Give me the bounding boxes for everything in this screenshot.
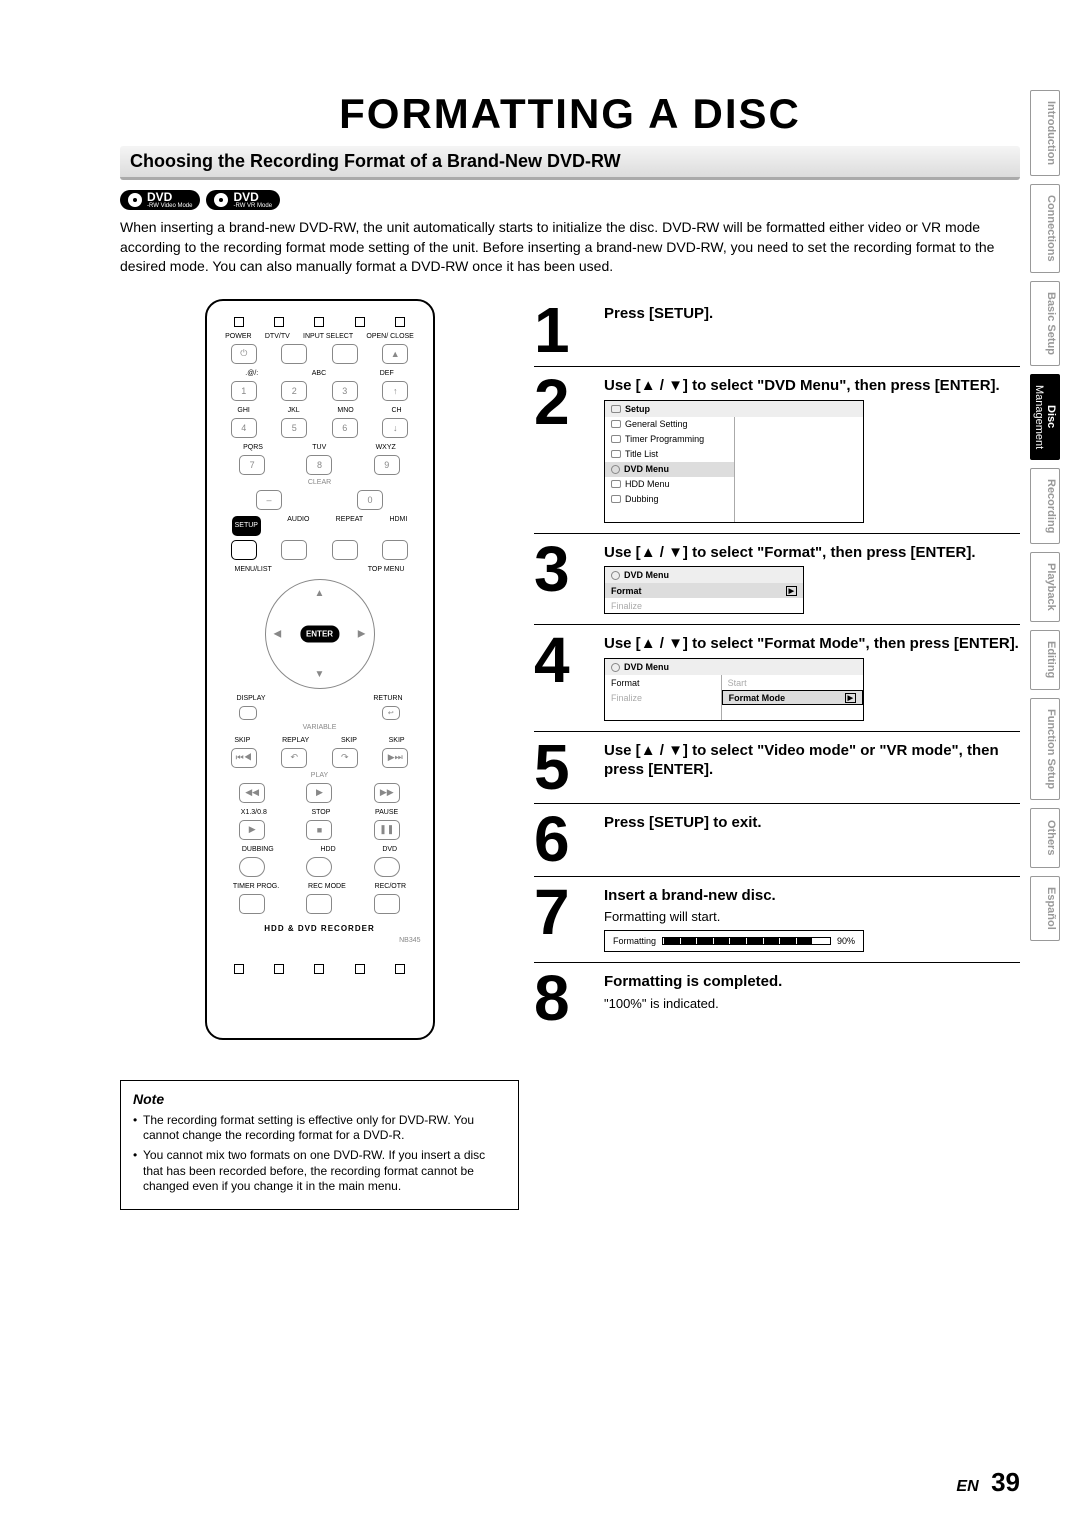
page-title: FORMATTING A DISC: [120, 90, 1020, 138]
arrow-up-icon: ▲: [641, 377, 656, 396]
step-5: 5 Use [▲ / ▼] to select "Video mode" or …: [534, 736, 1020, 804]
badge-text-big: DVD: [147, 191, 192, 203]
tab-espanol[interactable]: Español: [1030, 876, 1060, 941]
badge-dvd-rw-vr: DVD -RW VR Mode: [206, 190, 280, 210]
badge-text-big: DVD: [233, 191, 272, 203]
menu-icon: [611, 405, 621, 413]
tab-introduction[interactable]: Introduction: [1030, 90, 1060, 176]
step-8-subtitle: "100%" is indicated.: [604, 996, 1020, 1011]
arrow-down-icon: ▼: [668, 635, 683, 654]
step-4-title: Use [▲ / ▼] to select "Format Mode", the…: [604, 635, 1020, 654]
tab-recording[interactable]: Recording: [1030, 468, 1060, 544]
arrow-down-icon: ▼: [668, 377, 683, 396]
arrow-up-icon: ▲: [315, 588, 325, 599]
arrow-left-icon: ◀: [274, 628, 282, 639]
badge-dvd-rw-video: DVD -RW Video Mode: [120, 190, 200, 210]
remote-control-illustration: POWER DTV/TV INPUT SELECT OPEN/ CLOSE ⏻▲…: [205, 299, 435, 1040]
tab-basic-setup[interactable]: Basic Setup: [1030, 281, 1060, 366]
osd-formatting-progress: Formatting 90%: [604, 930, 864, 952]
side-tabs: Introduction Connections Basic Setup Dis…: [1030, 90, 1060, 941]
step-8: 8 Formatting is completed. "100%" is ind…: [534, 967, 1020, 1034]
footer-language: EN: [956, 1478, 978, 1495]
intro-paragraph: When inserting a brand-new DVD-RW, the u…: [120, 218, 1020, 277]
step-7-subtitle: Formatting will start.: [604, 909, 1020, 924]
section-header: Choosing the Recording Format of a Brand…: [120, 146, 1020, 180]
disc-icon: [611, 465, 620, 474]
remote-footer-label: HDD & DVD RECORDER: [219, 924, 421, 933]
list-icon: [611, 450, 621, 458]
page-footer: EN 39: [0, 1467, 1020, 1498]
step-2: 2 Use [▲ / ▼] to select "DVD Menu", then…: [534, 371, 1020, 534]
step-2-title: Use [▲ / ▼] to select "DVD Menu", then p…: [604, 377, 1020, 396]
step-6: 6 Press [SETUP] to exit.: [534, 808, 1020, 876]
arrow-up-icon: ▲: [641, 635, 656, 654]
tab-connections[interactable]: Connections: [1030, 184, 1060, 273]
timer-icon: [611, 435, 621, 443]
note-title: Note: [133, 1091, 506, 1107]
tab-editing[interactable]: Editing: [1030, 630, 1060, 690]
dubbing-icon: [611, 495, 621, 503]
osd-format-mode: DVD Menu Format Finalize Start Format Mo…: [604, 658, 864, 721]
step-1-title: Press [SETUP].: [604, 305, 1020, 324]
tab-playback[interactable]: Playback: [1030, 552, 1060, 622]
remote-nav-ring: ▲ ▼ ◀ ▶ ENTER: [265, 579, 375, 689]
gear-icon: [611, 420, 621, 428]
progress-percent: 90%: [837, 936, 855, 946]
step-4: 4 Use [▲ / ▼] to select "Format Mode", t…: [534, 629, 1020, 732]
step-3: 3 Use [▲ / ▼] to select "Format", then p…: [534, 538, 1020, 626]
hdd-icon: [611, 480, 621, 488]
remote-model-label: NB345: [219, 937, 421, 944]
note-box: Note The recording format setting is eff…: [120, 1080, 519, 1210]
step-3-title: Use [▲ / ▼] to select "Format", then pre…: [604, 544, 1020, 563]
tab-disc-management-sub: Management: [1033, 385, 1045, 449]
step-5-title: Use [▲ / ▼] to select "Video mode" or "V…: [604, 742, 1020, 780]
arrow-right-icon: ▶: [358, 628, 366, 639]
arrow-right-icon: ▶: [845, 693, 856, 703]
remote-setup-button: SETUP: [232, 516, 261, 536]
note-item: The recording format setting is effectiv…: [133, 1113, 506, 1144]
step-7-title: Insert a brand-new disc.: [604, 887, 1020, 906]
step-6-title: Press [SETUP] to exit.: [604, 814, 1020, 833]
progress-label: Formatting: [613, 936, 656, 946]
arrow-down-icon: ▼: [315, 669, 325, 680]
disc-badges: DVD -RW Video Mode DVD -RW VR Mode: [120, 190, 1020, 210]
arrow-up-icon: ▲: [641, 742, 656, 761]
step-1: 1 Press [SETUP].: [534, 299, 1020, 367]
steps-column: 1 Press [SETUP]. 2 Use [▲ / ▼] to select…: [534, 299, 1020, 1039]
note-item: You cannot mix two formats on one DVD-RW…: [133, 1148, 506, 1195]
disc-icon: [611, 663, 620, 672]
step-8-title: Formatting is completed.: [604, 973, 1020, 992]
osd-setup-menu: Setup General Setting Timer Programming …: [604, 400, 864, 523]
arrow-down-icon: ▼: [668, 544, 683, 563]
arrow-down-icon: ▼: [668, 742, 683, 761]
tab-others[interactable]: Others: [1030, 808, 1060, 868]
arrow-up-icon: ▲: [641, 544, 656, 563]
arrow-right-icon: ▶: [786, 586, 797, 596]
footer-page-number: 39: [991, 1467, 1020, 1497]
tab-function-setup[interactable]: Function Setup: [1030, 698, 1060, 800]
tab-disc-management[interactable]: Disc Management: [1030, 374, 1060, 460]
osd-dvd-menu: DVD Menu Format▶ Finalize: [604, 566, 804, 614]
tab-disc-management-main: Disc: [1045, 405, 1057, 428]
disc-icon: [611, 571, 620, 580]
remote-enter-button: ENTER: [300, 625, 339, 642]
disc-icon: [128, 193, 142, 207]
step-7: 7 Insert a brand-new disc. Formatting wi…: [534, 881, 1020, 964]
disc-icon: [214, 193, 228, 207]
